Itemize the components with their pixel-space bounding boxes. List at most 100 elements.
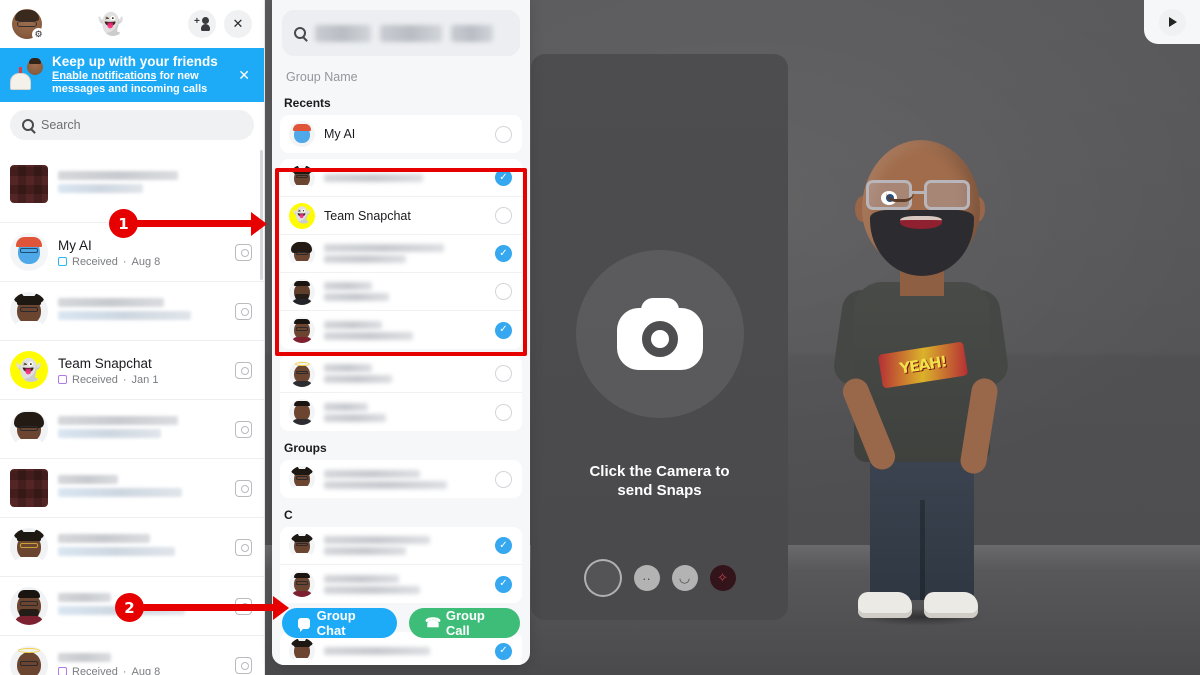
row-camera-icon[interactable] (235, 479, 252, 497)
enable-notifications-link[interactable]: Enable notifications (52, 70, 157, 82)
list-item[interactable] (0, 459, 264, 518)
banner-title: Keep up with your friends (52, 54, 218, 69)
row-camera-icon[interactable] (235, 656, 252, 674)
play-icon (1169, 17, 1177, 27)
recipient-row-my-ai[interactable]: My AI (280, 115, 522, 153)
search-input[interactable]: Search (10, 110, 254, 140)
recipient-checkbox-selected[interactable]: ✓ (495, 575, 512, 593)
blurred-recipient-name (324, 647, 431, 655)
avatar (10, 646, 48, 675)
blurred-recipient-handle (324, 293, 389, 301)
mailbox-body-icon (10, 73, 31, 90)
section-header-groups: Groups (284, 441, 327, 455)
camera-icon (616, 298, 703, 370)
avatar-hair (294, 319, 310, 324)
recipient-search-input[interactable] (282, 10, 520, 56)
annotation-arrow-1 (136, 211, 267, 236)
recipient-checkbox-selected[interactable]: ✓ (495, 245, 512, 262)
blurred-recipient-name (324, 320, 383, 329)
group-chat-button[interactable]: Group Chat (282, 608, 397, 638)
glasses-icon (296, 476, 308, 480)
avatar-hair (17, 296, 41, 305)
recipient-row[interactable]: ✓ (280, 565, 522, 603)
recipient-checkbox[interactable] (495, 403, 512, 421)
recipient-checkbox[interactable] (495, 470, 512, 488)
blurred-name (58, 416, 179, 425)
gear-icon[interactable]: ⚙ (32, 28, 45, 41)
chat-status: Received · Aug 8 (58, 666, 235, 675)
recipient-checkbox[interactable] (495, 125, 512, 143)
list-item[interactable] (0, 282, 264, 341)
recipient-checkbox[interactable] (495, 283, 512, 300)
recipient-token[interactable] (451, 24, 493, 42)
recipient-checkbox[interactable] (495, 365, 512, 382)
chat-meta (58, 534, 235, 560)
recipient-checkbox-selected[interactable]: ✓ (495, 321, 512, 339)
shutter-button[interactable] (583, 559, 622, 597)
blurred-recipient-name (324, 402, 369, 411)
profile-avatar[interactable]: ⚙ (12, 9, 45, 41)
recipient-label (324, 173, 495, 182)
avatar-hair (294, 573, 310, 578)
recipient-checkbox-selected[interactable]: ✓ (495, 642, 512, 660)
list-item-team-snapchat[interactable]: 👻 Team Snapchat Received · Jan 1 (0, 341, 264, 400)
recipient-checkbox[interactable] (495, 207, 512, 224)
glasses-icon (296, 174, 308, 178)
row-camera-icon[interactable] (235, 302, 252, 320)
chat-meta (58, 298, 235, 324)
recipient-row[interactable]: ✓ (280, 159, 522, 197)
lens-thumbnail-1[interactable]: ·· (633, 565, 660, 591)
blurred-preview (58, 311, 191, 320)
notification-banner[interactable]: Keep up with your friends Enable notific… (0, 48, 264, 102)
chat-meta (58, 475, 235, 501)
row-camera-icon[interactable] (235, 243, 252, 261)
avatar (289, 278, 315, 305)
close-button[interactable]: ✕ (224, 10, 252, 38)
list-item[interactable] (0, 518, 264, 577)
lens-thumbnail-2[interactable]: ◡ (671, 565, 698, 591)
ghost-icon: 👻 (15, 358, 43, 382)
chat-status: Received · Jan 1 (58, 374, 235, 386)
glasses-icon (20, 248, 38, 253)
recipient-row[interactable]: ✓ (280, 527, 522, 565)
group-name-input[interactable]: Group Name (272, 56, 530, 93)
recipient-token[interactable] (315, 24, 371, 42)
recipient-label (324, 647, 495, 655)
row-camera-icon[interactable] (235, 361, 252, 379)
glasses-icon (296, 581, 308, 585)
recipient-row-group[interactable] (280, 460, 522, 498)
avatar (10, 292, 48, 330)
camera-panel[interactable]: Click the Camera to send Snaps ·· ◡ ✧ (531, 54, 788, 620)
recipient-token[interactable] (380, 24, 442, 42)
lens-thumbnail-3[interactable]: ✧ (709, 565, 736, 591)
play-button[interactable] (1158, 8, 1186, 36)
add-friend-button[interactable]: + (188, 10, 216, 38)
section-header-recents: Recents (284, 96, 331, 110)
blurred-recipient-name (324, 244, 444, 252)
group-call-button[interactable]: ☎ Group Call (408, 608, 520, 638)
banner-close-button[interactable]: ✕ (234, 67, 254, 84)
blurred-recipient-handle (324, 413, 386, 422)
camera-button[interactable] (575, 250, 744, 418)
recipient-row[interactable] (280, 355, 522, 393)
list-item[interactable]: Received · Aug 8 (0, 636, 264, 675)
avatar-shirt (292, 184, 312, 191)
ghost-icon: 👻 (292, 207, 312, 224)
avatar (289, 164, 315, 191)
avatar (289, 399, 315, 425)
recipient-row[interactable] (280, 393, 522, 431)
recipient-row[interactable]: ✓ (280, 235, 522, 273)
section-c-card: ✓ ✓ (280, 527, 522, 603)
avatar-shirt (292, 298, 312, 305)
recipient-checkbox-selected[interactable]: ✓ (495, 169, 512, 186)
row-camera-icon[interactable] (235, 538, 252, 556)
recipient-row-team-snapchat[interactable]: 👻 Team Snapchat (280, 197, 522, 235)
recipient-row[interactable] (280, 273, 522, 311)
row-camera-icon[interactable] (235, 420, 252, 438)
modal-action-buttons: Group Chat ☎ Group Call (272, 608, 530, 638)
myai-hair (293, 124, 311, 131)
list-item[interactable] (0, 400, 264, 459)
blurred-preview (58, 547, 175, 556)
recipient-checkbox-selected[interactable]: ✓ (495, 537, 512, 554)
recipient-row[interactable]: ✓ (280, 311, 522, 349)
